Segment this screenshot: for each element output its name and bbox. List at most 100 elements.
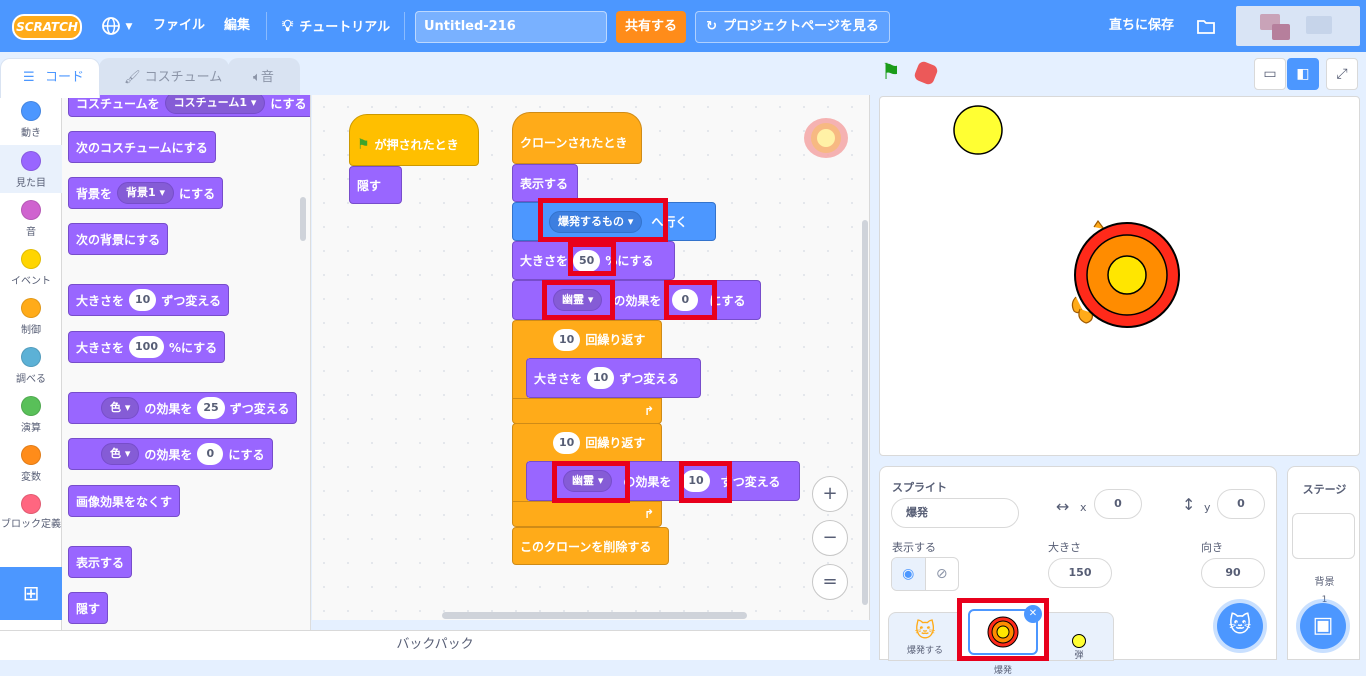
when-flag-clicked-block[interactable]: ⚑ が押されたとき [349, 114, 479, 166]
script-hscrollbar[interactable] [442, 612, 747, 619]
fullscreen-button[interactable]: ⤢ [1326, 58, 1358, 90]
effect-dropdown[interactable]: 色 ▾ [101, 443, 140, 465]
share-button[interactable]: 共有する [616, 11, 686, 43]
palette-block-clear-effects[interactable]: 画像効果をなくす [68, 485, 181, 517]
when-clone-starts-block[interactable]: クローンされたとき [512, 112, 642, 164]
block-text: の効果を [613, 293, 662, 308]
go-to-target-dropdown[interactable]: 爆発するもの ▾ [549, 210, 643, 233]
add-backdrop-button[interactable]: ▣ [1300, 603, 1346, 649]
stage-target-panel[interactable]: ステージ 背景 1 ▣ [1287, 466, 1360, 660]
direction-label: 向き [1201, 541, 1223, 554]
small-stage-button[interactable]: ▭ [1254, 58, 1286, 90]
add-sprite-button[interactable]: 🐱︎ [1217, 603, 1263, 649]
effect-dropdown[interactable]: 幽霊 ▾ [553, 289, 603, 311]
category-sensing[interactable]: 調べる [0, 347, 62, 385]
y-input[interactable]: 0 [1217, 489, 1265, 519]
scratch-logo[interactable]: SCRATCH [12, 14, 82, 40]
sprite-name-input[interactable]: 爆発 [891, 498, 1019, 528]
delete-clone-block[interactable]: このクローンを削除する [512, 527, 669, 565]
project-title-input[interactable]: Untitled-216 [415, 11, 607, 43]
image-add-icon: ▣ [1312, 613, 1334, 638]
block-text: 回繰り返す [585, 333, 646, 347]
sprite-tile[interactable]: 🐱︎ 爆発する [894, 617, 956, 661]
see-project-page-button[interactable]: ↻ プロジェクトページを見る [695, 11, 890, 43]
palette-block-show[interactable]: 表示する [68, 546, 133, 578]
account-menu[interactable] [1236, 6, 1360, 46]
category-motion[interactable]: 動き [0, 101, 62, 139]
size-input[interactable]: 50 [573, 249, 601, 272]
repeat-count-input[interactable]: 10 [553, 431, 581, 454]
sprite-name: 弾 [1074, 651, 1084, 661]
stop-icon[interactable] [912, 59, 940, 87]
stage[interactable] [879, 96, 1360, 456]
sprite-tile-selected[interactable]: ✕ 爆発 [957, 598, 1049, 676]
repeat-block[interactable]: 10 回繰り返す [512, 423, 662, 461]
number-input[interactable]: 10 [129, 289, 157, 311]
green-flag-icon[interactable]: ⚑ [881, 60, 901, 85]
x-input[interactable]: 0 [1094, 489, 1142, 519]
palette-block-set-effect[interactable]: 色 ▾ の効果を 0 にする [68, 438, 273, 470]
delete-sprite-icon[interactable]: ✕ [1024, 605, 1042, 623]
script-vscrollbar[interactable] [862, 220, 868, 605]
category-my-blocks[interactable]: ブロック定義 [0, 494, 62, 532]
direction-input[interactable]: 90 [1201, 558, 1265, 588]
tab-sound[interactable]: 🔈︎音 [228, 58, 300, 96]
palette-block-change-size[interactable]: 大きさを 10 ずつ変える [68, 284, 229, 316]
backdrop-dropdown[interactable]: 背景1 ▾ [117, 182, 175, 204]
palette-block-switch-backdrop[interactable]: 背景を 背景1 ▾ にする [68, 177, 224, 209]
set-size-block[interactable]: 大きさを 50 %にする [512, 241, 675, 280]
hide-block[interactable]: 隠す [349, 166, 402, 204]
go-to-block[interactable]: 爆発するもの ▾ へ行く [512, 202, 716, 241]
folder-icon[interactable] [1196, 0, 1216, 52]
zoom-in-button[interactable]: + [812, 476, 848, 512]
category-events[interactable]: イベント [0, 249, 62, 287]
repeat-count-input[interactable]: 10 [553, 328, 581, 351]
category-sound[interactable]: 音 [0, 200, 62, 238]
change-effect-block[interactable]: 幽霊 ▾ の効果を 10 ずつ変える [526, 461, 800, 501]
palette-block-hide[interactable]: 隠す [68, 592, 109, 624]
zoom-reset-button[interactable]: = [812, 564, 848, 600]
repeat-block[interactable]: 10 回繰り返す [512, 320, 662, 358]
tutorial-menu[interactable]: 💡︎ チュートリアル [282, 0, 390, 52]
hide-eye-icon[interactable]: ⊘ [924, 558, 959, 590]
number-input[interactable]: 100 [129, 336, 164, 358]
size-input[interactable]: 150 [1048, 558, 1112, 588]
effect-dropdown[interactable]: 幽霊 ▾ [563, 470, 613, 492]
tab-code[interactable]: ☰ コード [0, 58, 100, 98]
language-menu[interactable]: ▼ [101, 0, 132, 52]
backpack[interactable]: バックパック [0, 630, 870, 660]
effect-dropdown[interactable]: 色 ▾ [101, 397, 140, 419]
category-variables[interactable]: 変数 [0, 445, 62, 483]
edit-menu[interactable]: 編集 [224, 0, 250, 52]
palette-block-set-size[interactable]: 大きさを 100 %にする [68, 331, 226, 363]
costume-dropdown[interactable]: コスチューム1 ▾ [164, 95, 266, 114]
bullet-sprite[interactable] [953, 105, 1003, 155]
palette-block-switch-costume[interactable]: コスチュームを コスチューム1 ▾ にする [68, 95, 310, 117]
category-looks[interactable]: 見た目 [0, 145, 62, 193]
palette-scrollbar[interactable] [300, 197, 306, 241]
sprite-tile[interactable]: 弾 [1048, 617, 1110, 661]
add-extension-button[interactable]: ⊞ [0, 567, 62, 620]
effect-value-input[interactable]: 0 [672, 289, 699, 311]
explosion-sprite[interactable] [1074, 222, 1180, 328]
show-block[interactable]: 表示する [512, 164, 578, 202]
category-operators[interactable]: 演算 [0, 396, 62, 434]
set-effect-block[interactable]: 幽霊 ▾ の効果を 0 にする [512, 280, 761, 320]
normal-stage-button[interactable]: ◧ [1287, 58, 1319, 90]
effect-change-input[interactable]: 10 [682, 470, 710, 492]
size-change-input[interactable]: 10 [587, 367, 615, 389]
block-text: へ行く [651, 215, 688, 229]
backdrop-thumbnail[interactable] [1292, 513, 1355, 559]
palette-block-change-effect[interactable]: 色 ▾ の効果を 25 ずつ変える [68, 392, 298, 424]
zoom-out-button[interactable]: − [812, 520, 848, 556]
palette-block-next-costume[interactable]: 次のコスチュームにする [68, 131, 216, 163]
file-menu[interactable]: ファイル [153, 0, 205, 52]
save-now-button[interactable]: 直ちに保存 [1109, 0, 1174, 52]
change-size-block[interactable]: 大きさを 10 ずつ変える [526, 358, 701, 398]
palette-block-next-backdrop[interactable]: 次の背景にする [68, 223, 169, 255]
tab-costume[interactable]: 🖌︎ コスチューム [99, 58, 229, 96]
number-input[interactable]: 25 [197, 397, 225, 419]
show-eye-icon[interactable]: ◉ [892, 558, 925, 590]
category-control[interactable]: 制御 [0, 298, 62, 336]
number-input[interactable]: 0 [197, 443, 224, 465]
